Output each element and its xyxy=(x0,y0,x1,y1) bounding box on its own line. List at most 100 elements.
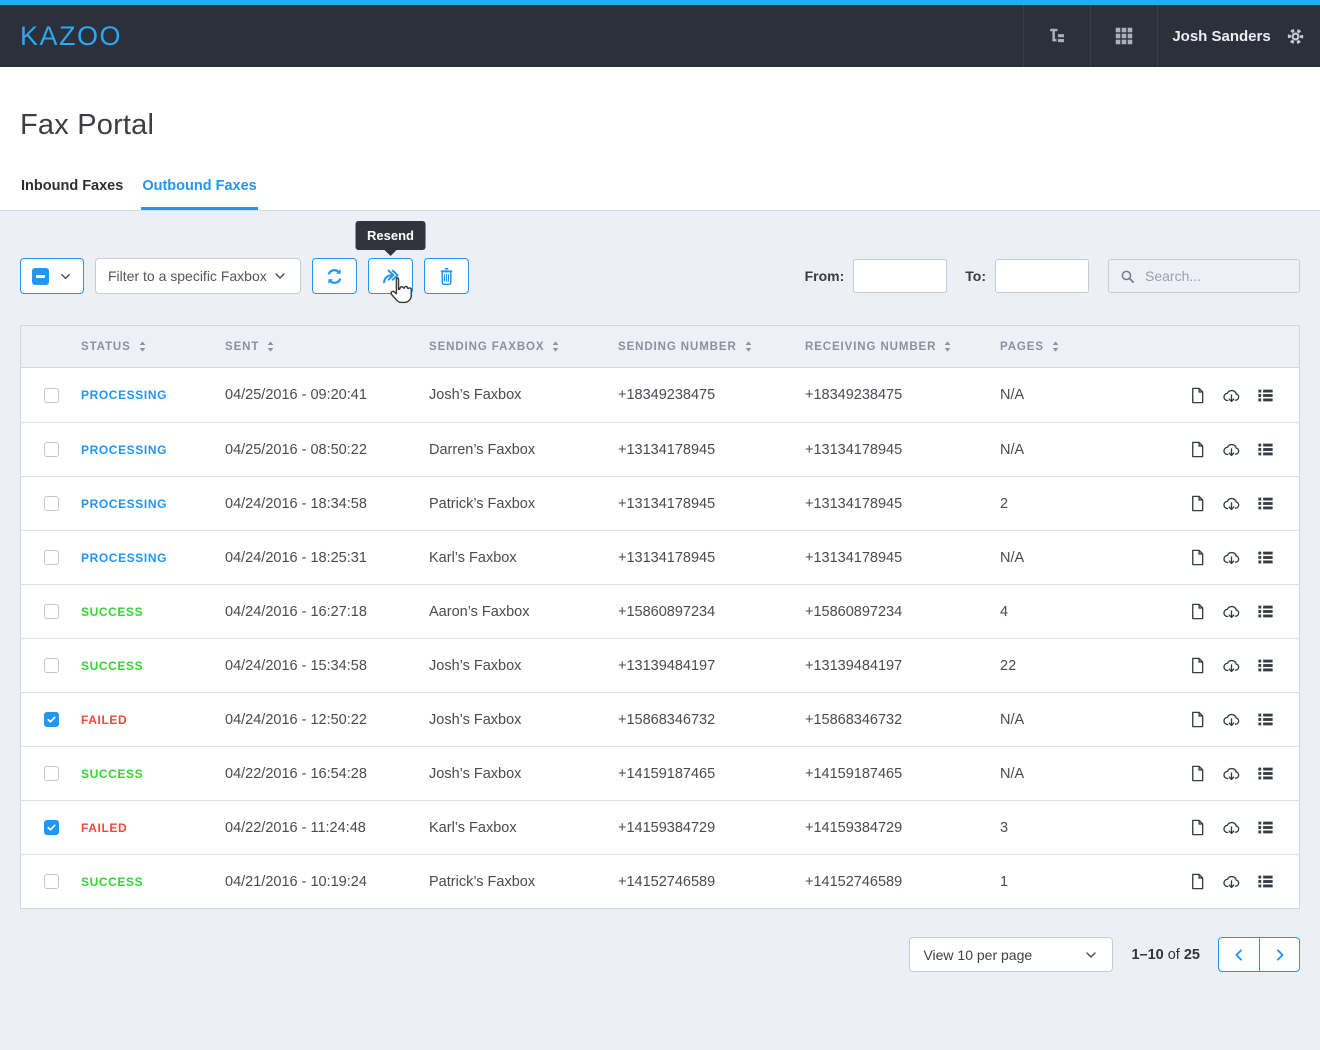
prev-page-button[interactable] xyxy=(1219,938,1259,971)
download-fax-icon[interactable] xyxy=(1222,494,1241,513)
sort-icon xyxy=(943,340,952,353)
per-page-dropdown[interactable]: View 10 per page xyxy=(909,937,1113,972)
row-checkbox[interactable] xyxy=(44,550,59,565)
receiving-number-cell: +14159384729 xyxy=(805,820,1000,836)
sending-number-cell: +13134178945 xyxy=(618,550,805,566)
sent-cell: 04/22/2016 - 16:54:28 xyxy=(225,766,429,782)
chevron-down-icon xyxy=(58,269,73,284)
fax-details-icon[interactable] xyxy=(1256,656,1275,675)
download-fax-icon[interactable] xyxy=(1222,818,1241,837)
row-checkbox[interactable] xyxy=(44,874,59,889)
resend-button[interactable]: Resend xyxy=(368,258,413,294)
pages-cell: 4 xyxy=(1000,604,1179,620)
row-checkbox[interactable] xyxy=(44,442,59,457)
faxbox-cell: Josh’s Faxbox xyxy=(429,766,618,782)
download-fax-icon[interactable] xyxy=(1222,764,1241,783)
view-fax-icon[interactable] xyxy=(1188,656,1207,675)
view-fax-icon[interactable] xyxy=(1188,548,1207,567)
view-fax-icon[interactable] xyxy=(1188,710,1207,729)
from-date-input[interactable] xyxy=(853,259,947,293)
row-checkbox[interactable] xyxy=(44,712,59,727)
view-fax-icon[interactable] xyxy=(1188,494,1207,513)
fax-details-icon[interactable] xyxy=(1256,386,1275,405)
select-all-dropdown[interactable] xyxy=(20,258,84,294)
row-checkbox[interactable] xyxy=(44,604,59,619)
fax-details-icon[interactable] xyxy=(1256,818,1275,837)
pages-cell: N/A xyxy=(1000,442,1179,458)
status-badge: FAILED xyxy=(81,713,225,727)
pages-cell: 2 xyxy=(1000,496,1179,512)
pagination-bar: View 10 per page 1–10 of 25 xyxy=(20,937,1300,972)
status-badge: PROCESSING xyxy=(81,443,225,457)
delete-button[interactable] xyxy=(424,258,469,294)
row-checkbox[interactable] xyxy=(44,658,59,673)
view-fax-icon[interactable] xyxy=(1188,602,1207,621)
next-page-button[interactable] xyxy=(1259,938,1299,971)
view-fax-icon[interactable] xyxy=(1188,818,1207,837)
row-checkbox[interactable] xyxy=(44,496,59,511)
faxbox-filter-dropdown[interactable]: Filter to a specific Faxbox xyxy=(95,258,301,294)
sent-cell: 04/24/2016 - 18:34:58 xyxy=(225,496,429,512)
resend-tooltip: Resend xyxy=(355,221,426,250)
user-name: Josh Sanders xyxy=(1172,28,1270,45)
faxbox-cell: Karl’s Faxbox xyxy=(429,550,618,566)
fax-details-icon[interactable] xyxy=(1256,548,1275,567)
sent-cell: 04/25/2016 - 08:50:22 xyxy=(225,442,429,458)
view-fax-icon[interactable] xyxy=(1188,386,1207,405)
from-label: From: xyxy=(805,268,845,284)
fax-details-icon[interactable] xyxy=(1256,710,1275,729)
status-badge: PROCESSING xyxy=(81,551,225,565)
download-fax-icon[interactable] xyxy=(1222,656,1241,675)
status-badge: FAILED xyxy=(81,821,225,835)
sending-number-cell: +13134178945 xyxy=(618,442,805,458)
row-checkbox[interactable] xyxy=(44,388,59,403)
table-row: PROCESSING 04/25/2016 - 09:20:41 Josh’s … xyxy=(21,368,1299,422)
navbar: KAZOO Josh Sanders xyxy=(0,5,1320,67)
header-receiving-number[interactable]: RECEIVING NUMBER xyxy=(805,340,1000,353)
kazoo-logo[interactable]: KAZOO xyxy=(0,5,142,67)
fax-details-icon[interactable] xyxy=(1256,494,1275,513)
faxbox-cell: Josh’s Faxbox xyxy=(429,658,618,674)
gear-icon[interactable] xyxy=(1285,26,1306,47)
header-sending-faxbox[interactable]: SENDING FAXBOX xyxy=(429,340,618,353)
fax-details-icon[interactable] xyxy=(1256,602,1275,621)
sort-icon xyxy=(744,340,753,353)
select-all-checkbox[interactable] xyxy=(32,268,49,285)
download-fax-icon[interactable] xyxy=(1222,602,1241,621)
view-fax-icon[interactable] xyxy=(1188,764,1207,783)
fax-details-icon[interactable] xyxy=(1256,872,1275,891)
refresh-button[interactable] xyxy=(312,258,357,294)
download-fax-icon[interactable] xyxy=(1222,386,1241,405)
page-header: Fax Portal Inbound Faxes Outbound Faxes xyxy=(0,67,1320,211)
table-row: SUCCESS 04/24/2016 - 15:34:58 Josh’s Fax… xyxy=(21,638,1299,692)
status-badge: PROCESSING xyxy=(81,497,225,511)
header-status[interactable]: STATUS xyxy=(81,340,225,353)
receiving-number-cell: +15860897234 xyxy=(805,604,1000,620)
status-badge: SUCCESS xyxy=(81,767,225,781)
header-sending-number[interactable]: SENDING NUMBER xyxy=(618,340,805,353)
pages-cell: N/A xyxy=(1000,712,1179,728)
view-fax-icon[interactable] xyxy=(1188,440,1207,459)
tab-outbound-faxes[interactable]: Outbound Faxes xyxy=(141,178,257,210)
row-checkbox[interactable] xyxy=(44,820,59,835)
search-box[interactable] xyxy=(1108,259,1300,293)
fax-details-icon[interactable] xyxy=(1256,764,1275,783)
header-sent[interactable]: SENT xyxy=(225,340,429,353)
download-fax-icon[interactable] xyxy=(1222,710,1241,729)
to-date-input[interactable] xyxy=(995,259,1089,293)
download-fax-icon[interactable] xyxy=(1222,440,1241,459)
receiving-number-cell: +13134178945 xyxy=(805,496,1000,512)
header-pages[interactable]: PAGES xyxy=(1000,340,1179,353)
pages-cell: 1 xyxy=(1000,874,1179,890)
row-checkbox[interactable] xyxy=(44,766,59,781)
fax-details-icon[interactable] xyxy=(1256,440,1275,459)
account-hierarchy-button[interactable] xyxy=(1023,5,1090,67)
tab-inbound-faxes[interactable]: Inbound Faxes xyxy=(20,178,124,210)
apps-menu-button[interactable] xyxy=(1090,5,1157,67)
status-badge: PROCESSING xyxy=(81,388,225,402)
view-fax-icon[interactable] xyxy=(1188,872,1207,891)
download-fax-icon[interactable] xyxy=(1222,872,1241,891)
download-fax-icon[interactable] xyxy=(1222,548,1241,567)
user-menu[interactable]: Josh Sanders xyxy=(1157,5,1320,67)
search-input[interactable] xyxy=(1145,268,1289,284)
